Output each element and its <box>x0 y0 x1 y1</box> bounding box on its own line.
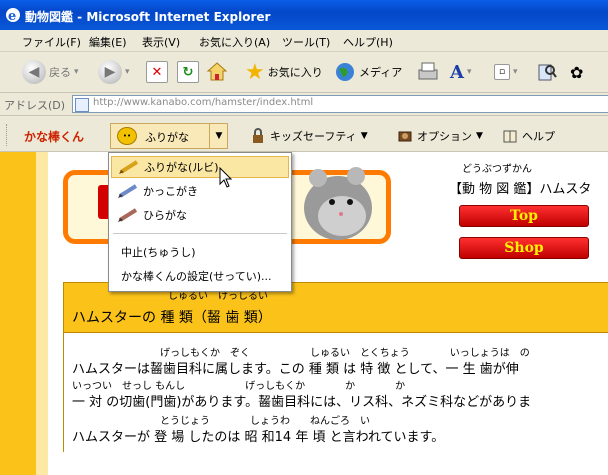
menu-item-furigana-ruby[interactable]: ふりがな(ルビ) <box>111 156 289 178</box>
back-arrow-icon: ◀ <box>22 60 46 84</box>
research-button[interactable] <box>536 58 558 86</box>
furigana-dropdown-menu: ふりがな(ルビ) かっこがき ひらがな 中止(ちゅうし) かな棒くんの設定(せっ… <box>108 152 292 292</box>
menu-file[interactable]: ファイル(F) <box>22 34 81 50</box>
menu-item-kakkogaki-label: かっこがき <box>143 185 198 198</box>
line-2-ruby: いっつい せっし もんし げっしもくか か か <box>72 381 406 392</box>
forward-button[interactable]: ▶ ▾ <box>98 58 130 86</box>
window-titlebar: e 動物図鑑 - Microsoft Internet Explorer <box>0 0 608 30</box>
kanabo-logo[interactable]: かな棒くん <box>24 128 84 145</box>
page-icon <box>75 98 89 112</box>
favorites-label: お気に入り <box>267 66 323 79</box>
options-dropdown-icon: ▼ <box>476 131 483 141</box>
left-decor-bar <box>0 152 36 475</box>
menu-item-stop[interactable]: 中止(ちゅうし) <box>111 241 289 263</box>
back-label: 戻る <box>49 66 71 79</box>
forward-dropdown-icon: ▾ <box>125 67 130 77</box>
line-2-text: 一 対 の切歯(門歯)があります。齧歯目科には、リス科、ネズミ科などがありま <box>72 395 532 410</box>
menu-item-kakkogaki[interactable]: かっこがき <box>111 180 289 202</box>
section-content: げっしもくか ぞく しゅるい とくちょう いっしょうは の ハムスターは齧歯目科… <box>63 332 608 452</box>
address-input[interactable]: http://www.kanabo.com/hamster/index.html <box>72 95 608 113</box>
furigana-dropdown-arrow[interactable]: ▼ <box>209 124 228 148</box>
menu-view[interactable]: 表示(V) <box>142 34 180 50</box>
help-button[interactable]: ヘルプ <box>502 128 555 144</box>
top-button[interactable]: Top <box>459 205 589 227</box>
address-bar: アドレス(D) http://www.kanabo.com/hamster/in… <box>0 93 608 116</box>
left-decor-bar-light <box>36 152 48 475</box>
messenger-button[interactable]: ✿ <box>570 58 583 86</box>
furigana-label: ふりがな <box>145 131 189 144</box>
pencil-brown-icon <box>118 208 138 222</box>
ie-logo-icon: e <box>6 8 20 23</box>
pencil-gold-icon <box>119 160 139 174</box>
discuss-button[interactable]: ▫ ▾ <box>494 58 518 86</box>
window-icon: ▫ <box>494 64 510 80</box>
window-title: 動物図鑑 - Microsoft Internet Explorer <box>25 10 271 24</box>
messenger-icon: ✿ <box>570 62 584 82</box>
globe-icon <box>336 63 354 81</box>
shop-button[interactable]: Shop <box>459 237 589 259</box>
kids-safety-dropdown-icon: ▼ <box>360 131 368 141</box>
stop-button[interactable]: ✕ <box>146 58 168 86</box>
menu-item-stop-label: 中止(ちゅうし) <box>121 246 196 259</box>
pencil-blue-icon <box>118 184 138 198</box>
help-label: ヘルプ <box>522 130 555 143</box>
book-icon <box>503 130 517 143</box>
refresh-icon: ↻ <box>177 61 199 83</box>
edit-button[interactable]: A ▾ <box>450 58 472 86</box>
edit-text-icon: A <box>450 61 464 83</box>
home-icon <box>206 62 228 81</box>
favorites-button[interactable]: ★ お気に入り <box>245 58 323 86</box>
kids-safety-label: キッズセーフティ <box>270 130 357 143</box>
forward-arrow-icon: ▶ <box>98 60 122 84</box>
menu-edit[interactable]: 編集(E) <box>89 34 127 50</box>
back-dropdown-icon: ▾ <box>74 67 79 77</box>
media-button[interactable]: メディア <box>334 58 402 86</box>
toolbar-grip[interactable] <box>6 124 10 146</box>
menu-favorites[interactable]: お気に入り(A) <box>199 34 270 50</box>
kanabo-face-icon: •• <box>117 127 137 145</box>
furigana-button[interactable]: •• ふりがな ▼ <box>110 123 228 149</box>
stop-icon: ✕ <box>146 61 168 83</box>
back-button[interactable]: ◀ 戻る ▾ <box>22 58 79 86</box>
star-icon: ★ <box>245 59 265 85</box>
site-title: 【動 物 図 鑑】ハムスタ <box>449 182 592 197</box>
line-1-ruby: げっしもくか ぞく しゅるい とくちょう いっしょうは の <box>160 348 530 359</box>
options-icon <box>398 131 412 142</box>
hamster-image <box>304 167 372 240</box>
menu-help[interactable]: ヘルプ(H) <box>343 34 393 50</box>
edit-dropdown-icon: ▾ <box>466 67 472 77</box>
menu-item-hiragana[interactable]: ひらがな <box>111 204 289 226</box>
web-page: どうぶつずかん 【動 物 図 鑑】ハムスタ Top Shop しゅるい けっしる… <box>0 152 608 475</box>
research-icon <box>538 64 557 81</box>
printer-icon <box>418 62 438 80</box>
discuss-dropdown-icon: ▾ <box>513 67 518 77</box>
mouse-cursor-icon <box>219 167 233 188</box>
menu-tools[interactable]: ツール(T) <box>282 34 330 50</box>
address-url: http://www.kanabo.com/hamster/index.html <box>93 97 314 108</box>
kanabo-toolbar: かな棒くん •• ふりがな ▼ キッズセーフティ ▼ オプション ▼ ヘルプ <box>0 118 608 152</box>
line-3-ruby: とうじょう しょうわ ねんごろ い <box>160 416 370 427</box>
media-label: メディア <box>359 66 403 79</box>
section-title: ハムスターの 種 類（齧 歯 類） <box>72 310 272 326</box>
menu-bar: ファイル(F) 編集(E) 表示(V) お気に入り(A) ツール(T) ヘルプ(… <box>0 30 608 52</box>
menu-item-settings[interactable]: かな棒くんの設定(せってい)... <box>111 265 289 287</box>
menu-item-settings-label: かな棒くんの設定(せってい)... <box>121 270 272 283</box>
home-button[interactable] <box>206 58 228 86</box>
site-title-ruby: どうぶつずかん <box>462 164 532 175</box>
line-1-text: ハムスターは齧歯目科に属します。この 種 類 は 特 徴 として、一 生 歯が伸 <box>72 362 519 377</box>
options-button[interactable]: オプション ▼ <box>397 128 483 144</box>
lock-icon <box>253 128 263 143</box>
menu-item-hiragana-label: ひらがな <box>143 209 187 222</box>
menu-item-furigana-ruby-label: ふりがな(ルビ) <box>144 161 219 174</box>
svg-text:e: e <box>8 9 16 23</box>
kids-safety-button[interactable]: キッズセーフティ ▼ <box>250 128 368 144</box>
address-label: アドレス(D) <box>4 99 66 112</box>
refresh-button[interactable]: ↻ <box>177 58 199 86</box>
standard-toolbar: ◀ 戻る ▾ ▶ ▾ ✕ ↻ ★ お気に入り メディア A ▾ ▫ ▾ ✿ <box>0 52 608 93</box>
options-label: オプション <box>417 130 472 143</box>
print-button[interactable] <box>416 58 440 86</box>
menu-separator <box>113 233 287 234</box>
line-3-text: ハムスターが 登 場 したのは 昭 和14 年 頃 と言われています。 <box>72 430 445 445</box>
